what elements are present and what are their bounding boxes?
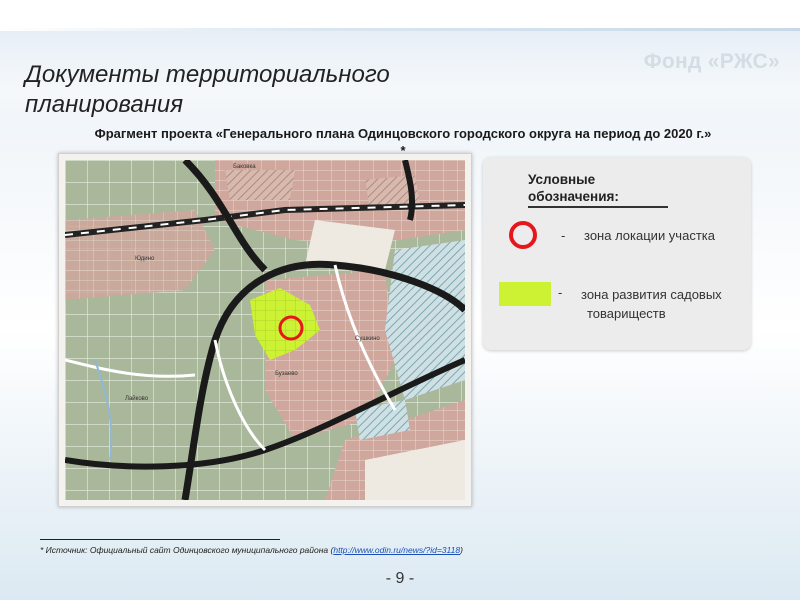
source-link[interactable]: http://www.odin.ru/news/?id=3118	[333, 545, 460, 555]
map-label: Бузаево	[275, 371, 298, 377]
map-label: Сушкино	[355, 336, 380, 342]
footnote-suffix: )	[460, 545, 463, 555]
legend-item-garden-zone: зона развития садовых товариществ	[581, 285, 747, 323]
footnote-prefix: * Источник: Официальный сайт Одинцовског…	[40, 545, 334, 555]
top-band	[0, 0, 800, 30]
map-caption-text: Фрагмент проекта «Генерального плана Оди…	[94, 126, 712, 141]
red-circle-icon	[509, 221, 537, 249]
legend-item-garden-line2: товариществ	[587, 306, 666, 321]
legend-dash: -	[558, 285, 563, 300]
brand-name: Фонд «РЖС»	[643, 50, 780, 73]
legend-panel: Условные обозначения: - зона локации уча…	[483, 157, 751, 350]
legend-item-site-zone: зона локации участка	[584, 228, 715, 243]
page-number: - 9 -	[385, 570, 415, 587]
map-label: Юдино	[135, 256, 155, 262]
footnote: * Источник: Официальный сайт Одинцовског…	[40, 545, 780, 555]
legend-item-garden-line1: зона развития садовых	[581, 287, 722, 302]
page-title: Документы территориального планирования	[25, 61, 390, 118]
map-label: Баковка	[233, 164, 256, 170]
map-image: Баковка Юдино Лайково Бузаево Сушкино	[58, 153, 472, 507]
master-plan-map: Баковка Юдино Лайково Бузаево Сушкино	[65, 160, 465, 500]
legend-title: Условные обозначения:	[528, 171, 668, 208]
map-label: Лайково	[125, 395, 149, 402]
footnote-divider	[40, 539, 280, 540]
legend-dash: -	[561, 228, 566, 243]
green-swatch-icon	[499, 282, 551, 306]
